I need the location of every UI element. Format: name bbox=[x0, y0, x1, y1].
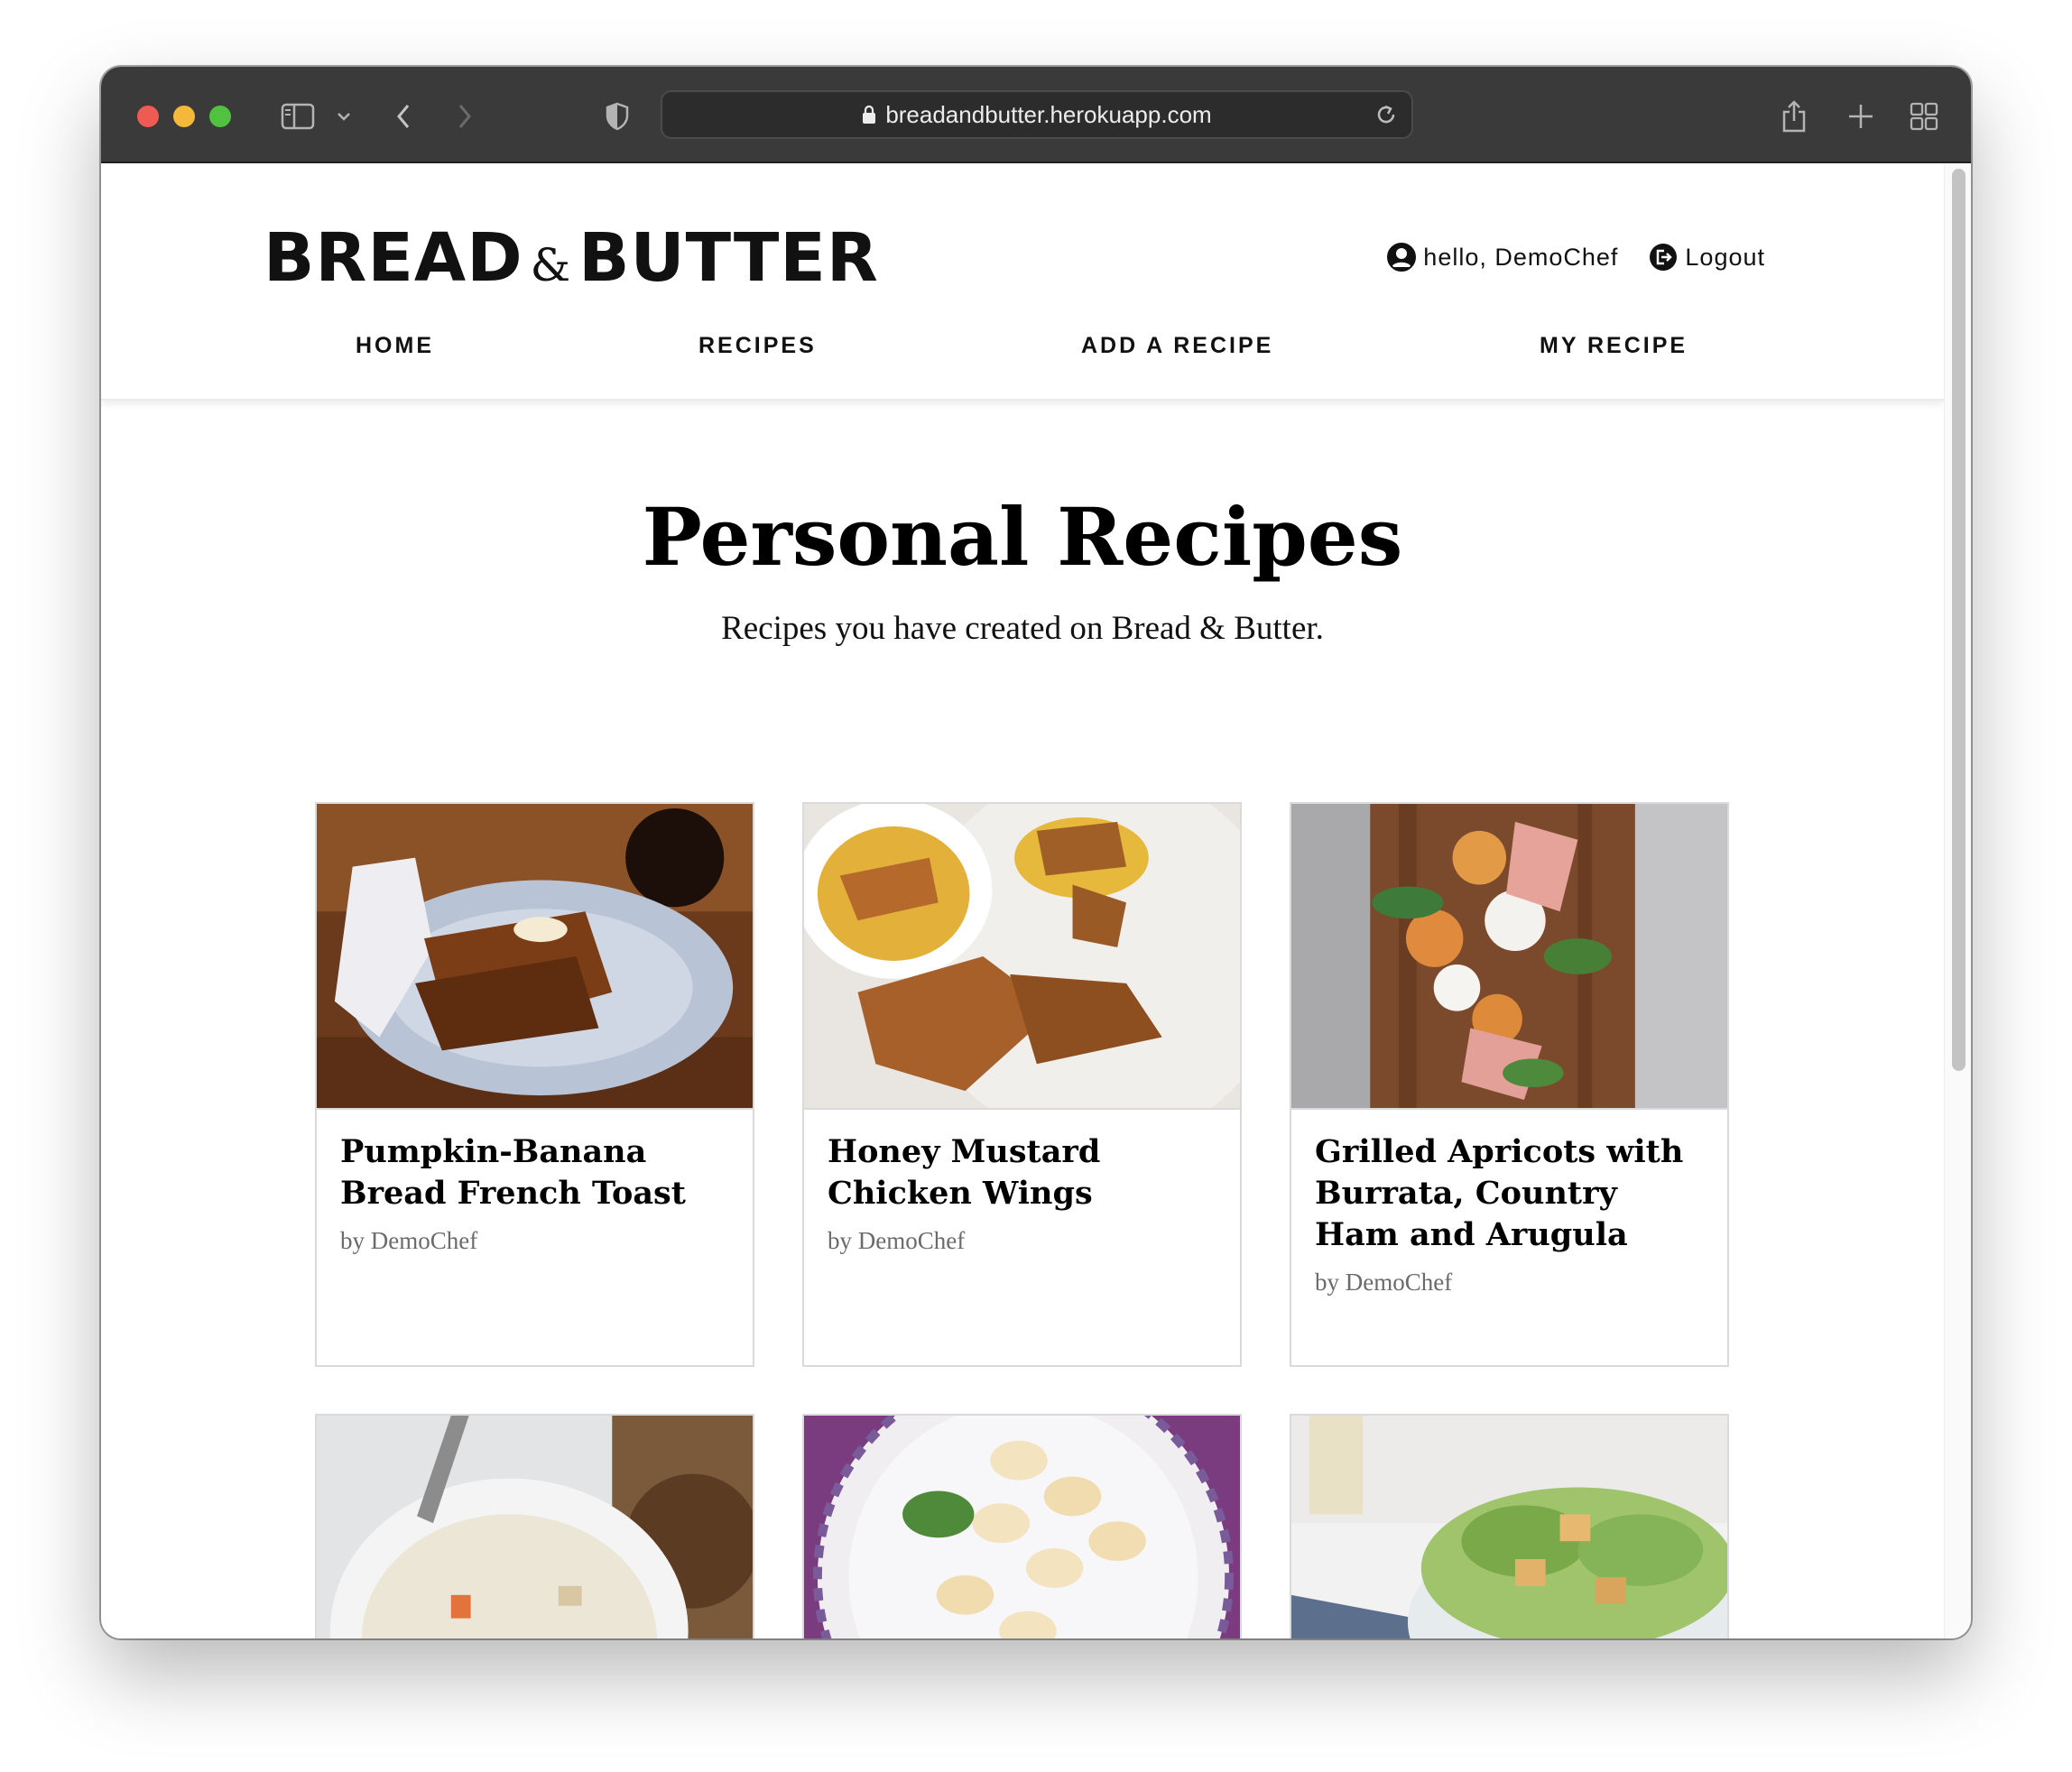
recipe-photo-caesar-salad bbox=[1291, 1416, 1727, 1638]
lock-icon bbox=[862, 105, 876, 125]
recipe-author: by DemoChef bbox=[340, 1227, 478, 1254]
recipe-card[interactable] bbox=[1290, 1414, 1729, 1638]
site-logo[interactable]: BREAD & BUTTER bbox=[264, 219, 879, 297]
recipe-photo-deviled-eggs bbox=[804, 1416, 1240, 1638]
nav-home[interactable]: HOME bbox=[356, 333, 434, 359]
logout-icon bbox=[1649, 243, 1685, 272]
logout-link[interactable]: Logout bbox=[1649, 243, 1765, 272]
logo-word-bread: BREAD bbox=[264, 219, 523, 297]
privacy-shield-icon[interactable] bbox=[601, 97, 634, 135]
page-title: Personal Recipes bbox=[642, 490, 1403, 584]
main-nav: HOME RECIPES ADD A RECIPE MY RECIPE bbox=[101, 333, 1944, 369]
chevron-down-icon[interactable] bbox=[334, 97, 354, 135]
nav-add-recipe[interactable]: ADD A RECIPE bbox=[1081, 333, 1273, 359]
page-scrollbar[interactable] bbox=[1944, 163, 1971, 1638]
share-icon[interactable] bbox=[1776, 97, 1812, 135]
minimize-window-button[interactable] bbox=[173, 106, 195, 127]
recipe-photo-chicken-wings bbox=[804, 804, 1240, 1110]
zoom-window-button[interactable] bbox=[209, 106, 231, 127]
recipe-card[interactable]: Grilled Apricots with Burrata, Country H… bbox=[1290, 802, 1729, 1367]
scrollbar-thumb[interactable] bbox=[1952, 169, 1966, 1071]
page-subtitle: Recipes you have created on Bread & Butt… bbox=[721, 610, 1324, 647]
user-avatar-icon bbox=[1387, 243, 1423, 272]
recipe-card[interactable]: Honey Mustard Chicken Wings by DemoChef bbox=[802, 802, 1242, 1367]
url-text: breadandbutter.herokuapp.com bbox=[885, 100, 1212, 128]
recipe-author: by DemoChef bbox=[828, 1227, 966, 1254]
new-tab-icon[interactable] bbox=[1843, 97, 1879, 135]
recipe-card[interactable] bbox=[802, 1414, 1242, 1638]
recipe-title: Grilled Apricots with Burrata, Country H… bbox=[1315, 1133, 1684, 1253]
address-bar[interactable]: breadandbutter.herokuapp.com bbox=[661, 90, 1413, 139]
nav-my-recipe[interactable]: MY RECIPE bbox=[1540, 333, 1688, 359]
close-window-button[interactable] bbox=[137, 106, 159, 127]
recipe-photo-french-toast bbox=[317, 804, 753, 1110]
recipe-photo-grilled-apricots bbox=[1291, 804, 1727, 1110]
nav-recipes[interactable]: RECIPES bbox=[698, 333, 817, 359]
site-header: BREAD & BUTTER hello, DemoChef Logout HO… bbox=[101, 163, 1944, 401]
logout-label: Logout bbox=[1685, 243, 1765, 271]
sidebar-toggle-icon[interactable] bbox=[278, 97, 318, 135]
browser-toolbar: breadandbutter.herokuapp.com bbox=[101, 67, 1971, 163]
back-icon[interactable] bbox=[390, 97, 417, 135]
forward-icon[interactable] bbox=[451, 97, 478, 135]
recipe-title: Pumpkin-Banana Bread French Toast bbox=[340, 1133, 686, 1212]
logo-ampersand: & bbox=[530, 239, 572, 291]
recipe-card[interactable]: Pumpkin-Banana Bread French Toast by Dem… bbox=[315, 802, 754, 1367]
tab-overview-icon[interactable] bbox=[1906, 97, 1942, 135]
recipe-card[interactable] bbox=[315, 1414, 754, 1638]
recipe-author: by DemoChef bbox=[1315, 1269, 1453, 1296]
greeting-text: hello, DemoChef bbox=[1423, 243, 1619, 271]
browser-window: breadandbutter.herokuapp.com BREAD & BUT… bbox=[101, 67, 1971, 1638]
user-greeting[interactable]: hello, DemoChef bbox=[1387, 243, 1618, 272]
page-viewport: BREAD & BUTTER hello, DemoChef Logout HO… bbox=[101, 163, 1971, 1638]
recipe-title: Honey Mustard Chicken Wings bbox=[828, 1133, 1101, 1212]
logo-word-butter: BUTTER bbox=[578, 219, 879, 297]
user-area: hello, DemoChef Logout bbox=[1387, 243, 1765, 272]
recipe-photo-chicken-soup bbox=[317, 1416, 753, 1638]
reload-icon[interactable] bbox=[1374, 102, 1399, 132]
